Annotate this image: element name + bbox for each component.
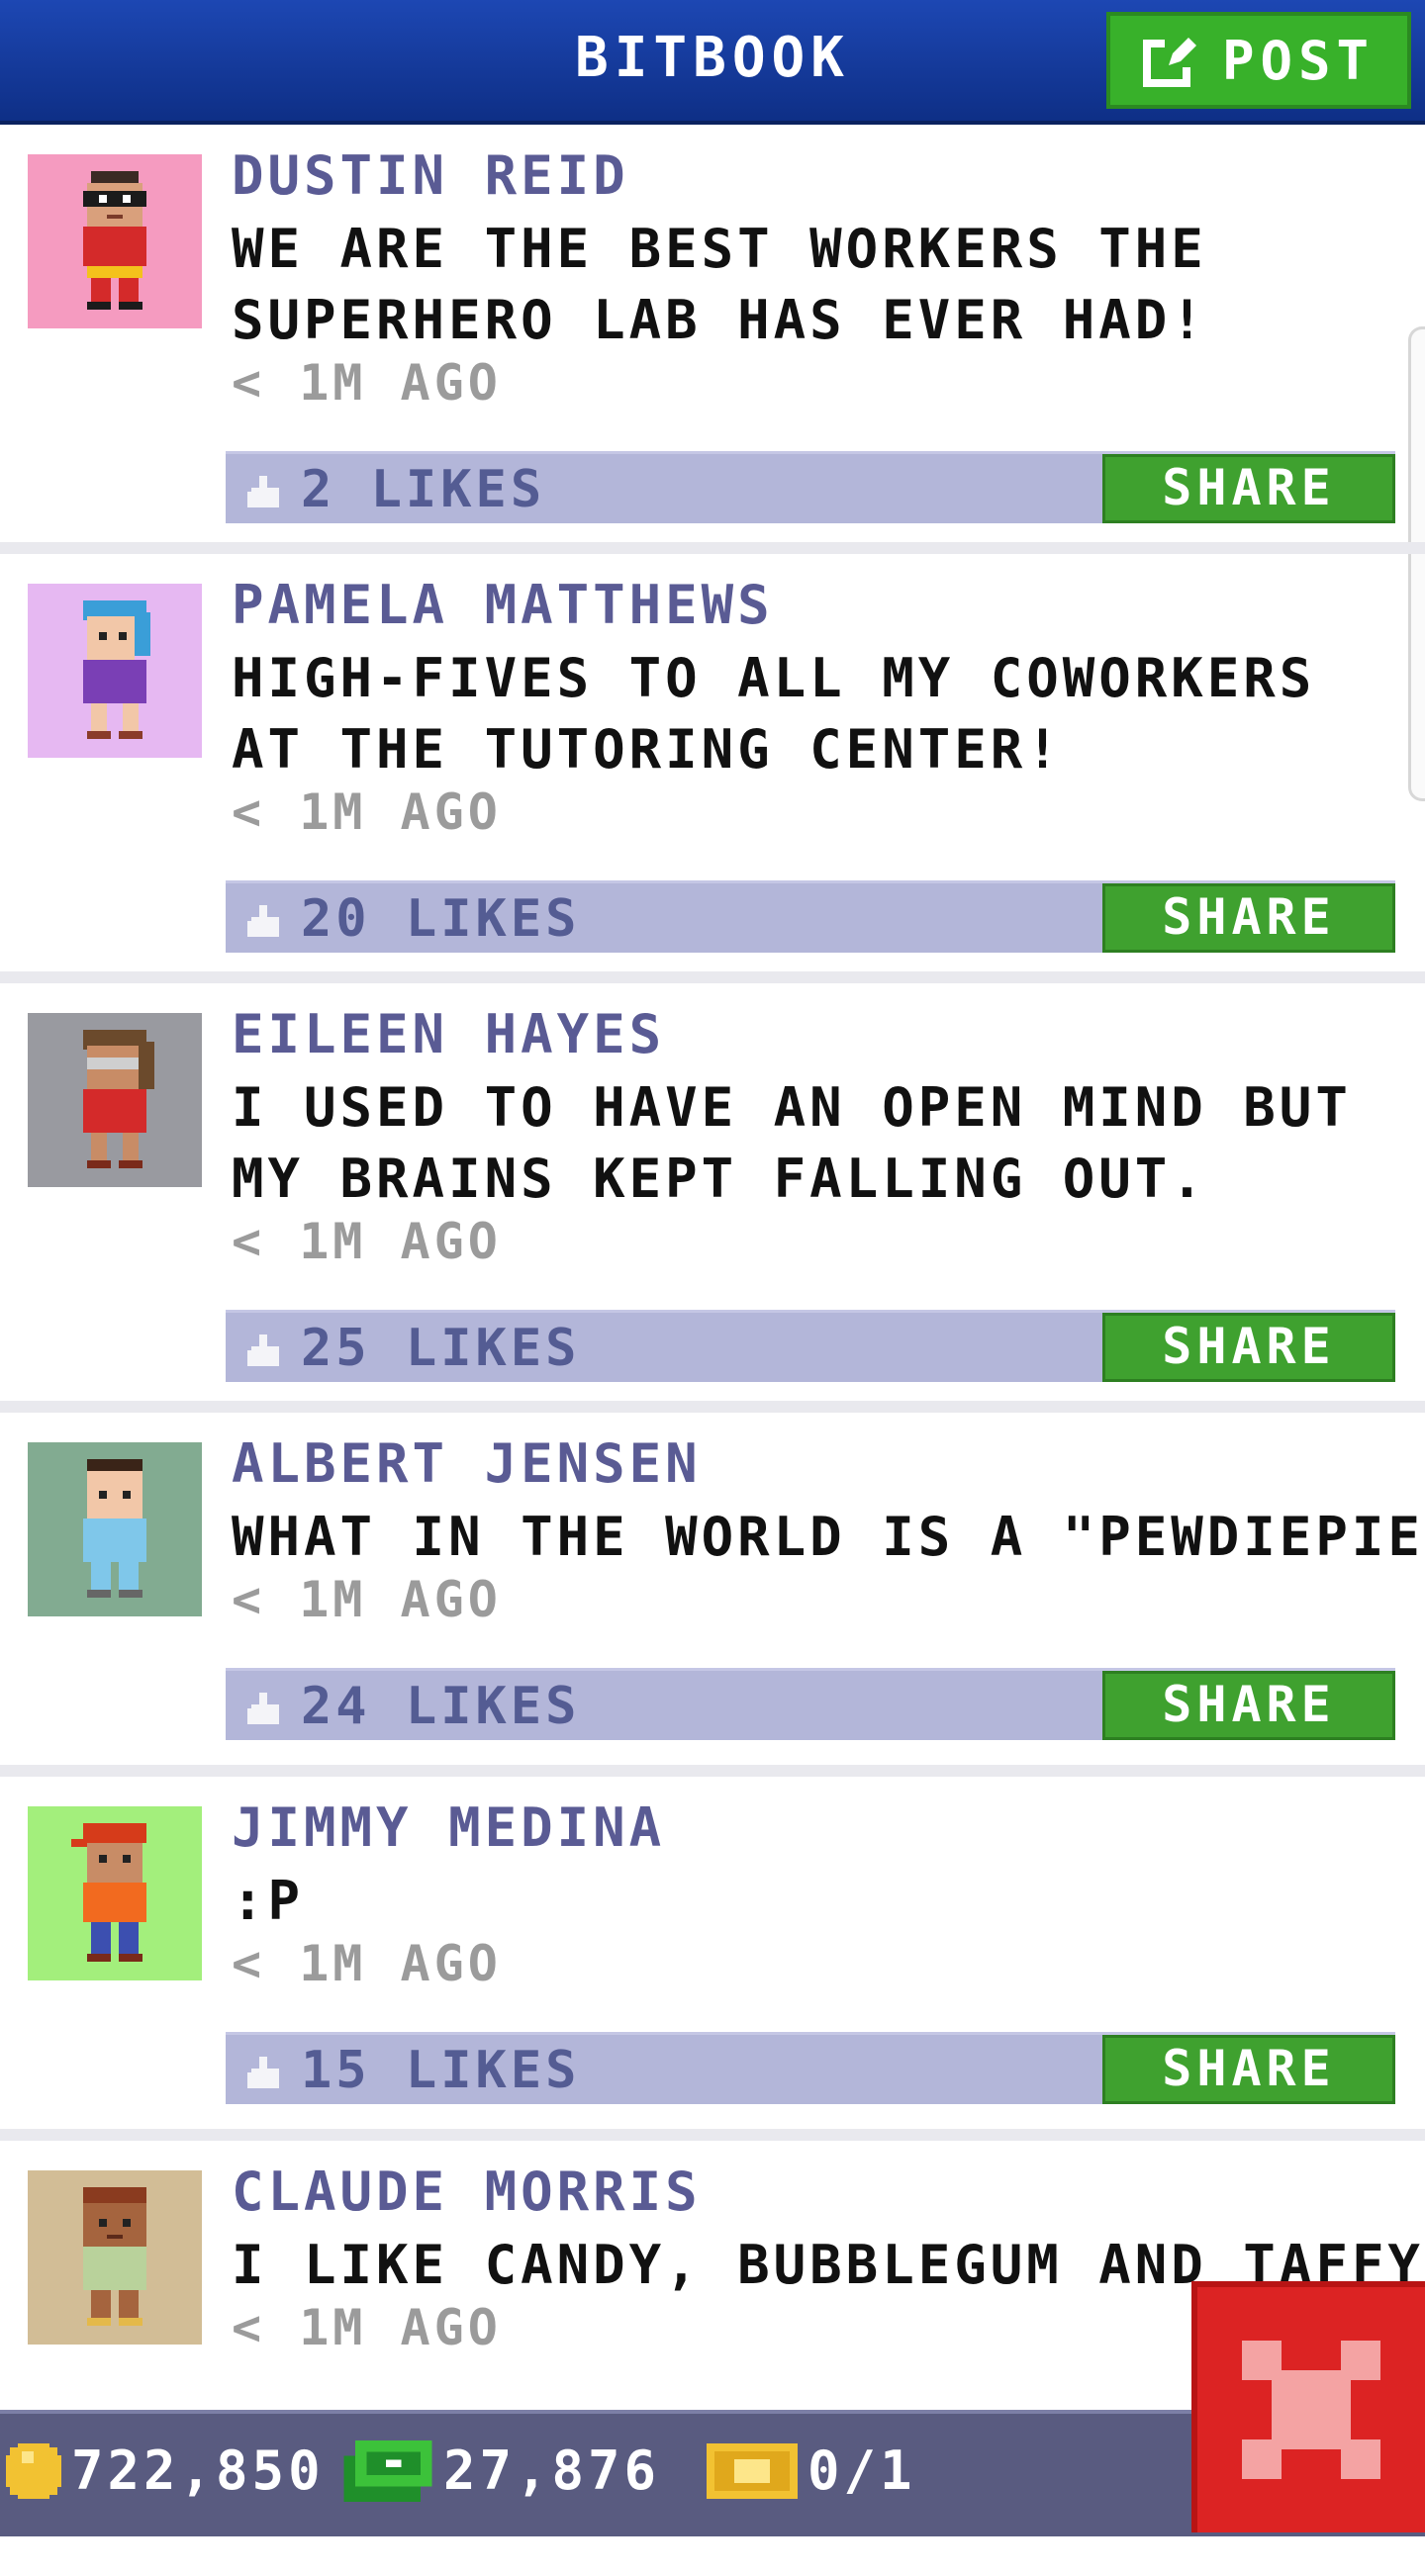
avatar[interactable]: [28, 1806, 202, 1980]
feed-post: PAMELA MATTHEWS HIGH-FIVES TO ALL MY COW…: [0, 554, 1425, 983]
feed-post: EILEEN HAYES I USED TO HAVE AN OPEN MIND…: [0, 983, 1425, 1413]
post-text: :P: [232, 1870, 305, 1932]
post-timestamp: < 1M AGO: [232, 2299, 502, 2356]
like-count: 25 LIKES: [301, 1319, 581, 1378]
coins-value: 722,850: [71, 2439, 325, 2502]
post-timestamp: < 1M AGO: [232, 1571, 502, 1628]
share-button[interactable]: SHARE: [1102, 2035, 1395, 2104]
thumbs-up-icon: [247, 905, 279, 937]
like-bar[interactable]: 24 LIKES SHARE: [226, 1668, 1395, 1740]
coins-stat: 722,850: [6, 2439, 325, 2502]
feed-post: JIMMY MEDINA :P < 1M AGO 15 LIKES SHARE: [0, 1777, 1425, 2141]
coin-icon: [6, 2442, 61, 2499]
post-button[interactable]: POST: [1106, 12, 1411, 109]
compose-icon: [1142, 32, 1200, 89]
like-bar[interactable]: 25 LIKES SHARE: [226, 1310, 1395, 1382]
avatar[interactable]: [28, 154, 202, 328]
app-header: BITBOOK POST: [0, 0, 1425, 125]
thumbs-up-icon: [247, 2057, 279, 2088]
like-bar[interactable]: 15 LIKES SHARE: [226, 2032, 1395, 2104]
post-author[interactable]: JIMMY MEDINA: [232, 1796, 665, 1859]
news-feed: DUSTIN REID WE ARE THE BEST WORKERS THE …: [0, 125, 1425, 2576]
bux-value: 27,876: [443, 2439, 661, 2502]
bux-icon: [343, 2439, 432, 2502]
thumbs-up-icon: [247, 476, 279, 507]
bux-stat: 27,876: [342, 2439, 660, 2502]
close-button[interactable]: [1191, 2281, 1425, 2532]
post-timestamp: < 1M AGO: [232, 1935, 502, 1992]
post-timestamp: < 1M AGO: [232, 783, 502, 841]
post-timestamp: < 1M AGO: [232, 1213, 502, 1270]
feed-post: DUSTIN REID WE ARE THE BEST WORKERS THE …: [0, 125, 1425, 554]
tickets-stat: 0/1: [707, 2439, 916, 2502]
share-button[interactable]: SHARE: [1102, 1671, 1395, 1740]
share-button[interactable]: SHARE: [1102, 1313, 1395, 1382]
ticket-icon: [707, 2442, 798, 2499]
tickets-value: 0/1: [808, 2439, 916, 2502]
post-text: WE ARE THE BEST WORKERS THE SUPERHERO LA…: [232, 218, 1207, 351]
thumbs-up-icon: [247, 1334, 279, 1366]
like-count: 20 LIKES: [301, 889, 581, 949]
like-count: 15 LIKES: [301, 2041, 581, 2100]
avatar[interactable]: [28, 2170, 202, 2345]
avatar[interactable]: [28, 1013, 202, 1187]
post-text: I USED TO HAVE AN OPEN MIND BUT MY BRAIN…: [232, 1076, 1352, 1210]
post-text: WHAT IN THE WORLD IS A "PEWDIEPIE"?: [232, 1506, 1425, 1568]
post-author[interactable]: ALBERT JENSEN: [232, 1432, 702, 1495]
post-button-label: POST: [1221, 29, 1376, 92]
close-icon: [1242, 2341, 1380, 2479]
post-author[interactable]: EILEEN HAYES: [232, 1003, 665, 1065]
like-bar[interactable]: 20 LIKES SHARE: [226, 880, 1395, 953]
post-author[interactable]: CLAUDE MORRIS: [232, 2161, 702, 2223]
post-author[interactable]: DUSTIN REID: [232, 144, 629, 207]
post-timestamp: < 1M AGO: [232, 354, 502, 412]
thumbs-up-icon: [247, 1693, 279, 1724]
post-author[interactable]: PAMELA MATTHEWS: [232, 574, 774, 636]
like-count: 2 LIKES: [301, 460, 546, 519]
avatar[interactable]: [28, 584, 202, 758]
post-text: HIGH-FIVES TO ALL MY COWORKERS AT THE TU…: [232, 647, 1316, 781]
like-count: 24 LIKES: [301, 1677, 581, 1736]
like-bar[interactable]: 2 LIKES SHARE: [226, 451, 1395, 523]
feed-post: ALBERT JENSEN WHAT IN THE WORLD IS A "PE…: [0, 1413, 1425, 1777]
share-button[interactable]: SHARE: [1102, 454, 1395, 523]
avatar[interactable]: [28, 1442, 202, 1616]
share-button[interactable]: SHARE: [1102, 883, 1395, 953]
